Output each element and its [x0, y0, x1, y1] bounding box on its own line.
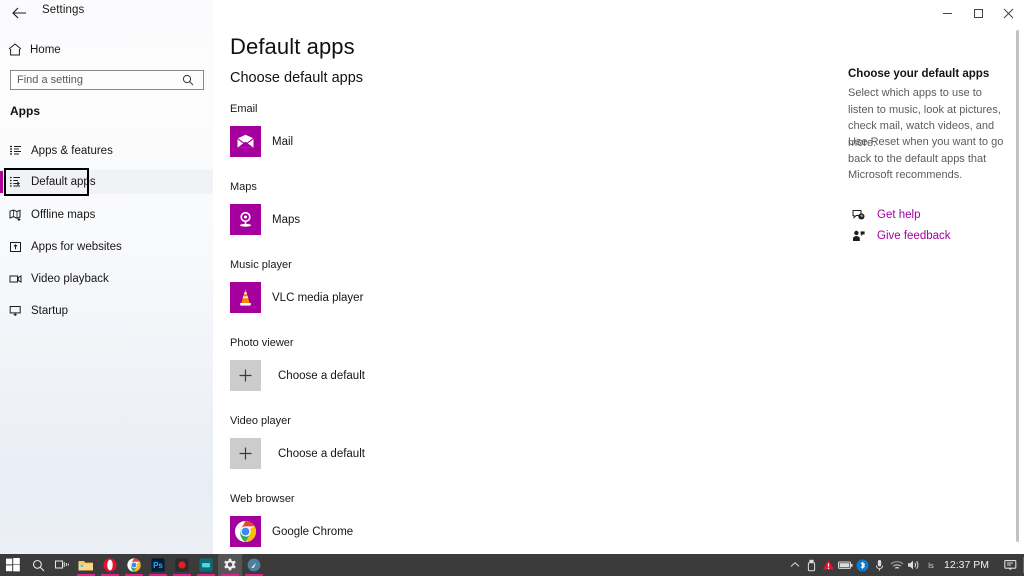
- chrome-button[interactable]: [122, 554, 146, 576]
- get-help-link[interactable]: Get help: [848, 209, 920, 221]
- default-app-name-music: VLC media player: [272, 291, 364, 304]
- system-tray: ls 12:37 PM: [786, 554, 1024, 576]
- mail-app-icon: [230, 126, 261, 157]
- minimize-button[interactable]: [931, 0, 964, 26]
- sidebar-label: Apps & features: [31, 145, 113, 157]
- start-button[interactable]: [0, 554, 26, 576]
- sidebar-item-startup[interactable]: Startup: [0, 299, 213, 323]
- search-icon[interactable]: [175, 74, 201, 86]
- section-label-video: Video player: [230, 415, 291, 427]
- sidebar-item-offline-maps[interactable]: Offline maps: [0, 203, 213, 227]
- offline-maps-icon: [0, 209, 31, 221]
- section-label-browser: Web browser: [230, 493, 295, 505]
- default-app-music[interactable]: VLC media player: [230, 282, 363, 313]
- default-app-email[interactable]: Mail: [230, 126, 293, 157]
- give-feedback-label: Give feedback: [877, 230, 951, 242]
- vlc-app-icon: [230, 282, 261, 313]
- back-arrow-icon[interactable]: [8, 3, 30, 23]
- section-label-photo: Photo viewer: [230, 337, 294, 349]
- sidebar-home-label: Home: [30, 43, 61, 56]
- recorder-button[interactable]: [170, 554, 194, 576]
- show-hidden-icons-icon[interactable]: [786, 554, 803, 576]
- title-bar: Settings: [0, 0, 1024, 26]
- apps-features-icon: [0, 145, 31, 157]
- default-apps-icon: [0, 176, 31, 188]
- settings-button[interactable]: [218, 554, 242, 576]
- main-content: Default apps Choose default apps Email M…: [213, 0, 1024, 554]
- default-app-name-photo: Choose a default: [278, 369, 365, 382]
- sidebar-group-header: Apps: [10, 104, 40, 118]
- volume-icon[interactable]: [905, 554, 922, 576]
- taskbar-clock[interactable]: 12:37 PM: [939, 559, 998, 571]
- give-feedback-link[interactable]: Give feedback: [848, 230, 951, 242]
- wifi-icon[interactable]: [888, 554, 905, 576]
- sidebar-label: Startup: [31, 305, 69, 317]
- sidebar-item-default-apps[interactable]: Default apps: [0, 170, 213, 194]
- sidebar-label: Video playback: [31, 273, 109, 285]
- default-app-name-browser: Google Chrome: [272, 525, 354, 538]
- default-app-name-email: Mail: [272, 135, 294, 148]
- opera-button[interactable]: [98, 554, 122, 576]
- plus-icon: [230, 360, 261, 391]
- default-app-video[interactable]: Choose a default: [230, 438, 365, 469]
- section-label-email: Email: [230, 103, 258, 115]
- plus-icon: [230, 438, 261, 469]
- sidebar-label: Apps for websites: [31, 241, 122, 253]
- bluetooth-icon[interactable]: [854, 554, 871, 576]
- default-app-browser[interactable]: Google Chrome: [230, 516, 353, 547]
- search-button[interactable]: [26, 554, 50, 576]
- section-label-music: Music player: [230, 259, 292, 271]
- section-label-maps: Maps: [230, 181, 257, 193]
- file-explorer-button[interactable]: [74, 554, 98, 576]
- svg-text:ls: ls: [928, 561, 934, 570]
- sidebar-item-home[interactable]: Home: [0, 39, 213, 60]
- sidebar-label: Offline maps: [31, 209, 96, 221]
- default-app-name-video: Choose a default: [278, 447, 365, 460]
- sidebar-item-apps-features[interactable]: Apps & features: [0, 139, 213, 163]
- sidebar-item-apps-for-websites[interactable]: Apps for websites: [0, 235, 213, 259]
- give-feedback-icon: [848, 230, 868, 242]
- section-title: Choose default apps: [230, 70, 364, 86]
- task-view-button[interactable]: [50, 554, 74, 576]
- default-app-photo[interactable]: Choose a default: [230, 360, 365, 391]
- sidebar-item-video-playback[interactable]: Video playback: [0, 267, 213, 291]
- page-title: Default apps: [230, 34, 355, 59]
- settings-window: Settings Home Find a setting Apps Apps &…: [0, 0, 1024, 554]
- warning-icon[interactable]: [820, 554, 837, 576]
- sidebar-selection-accent: [0, 171, 3, 193]
- default-app-maps[interactable]: Maps: [230, 204, 300, 235]
- notifications-icon[interactable]: [998, 554, 1022, 576]
- maps-app-icon: [230, 204, 261, 235]
- default-app-name-maps: Maps: [272, 213, 301, 226]
- maximize-button[interactable]: [962, 0, 995, 26]
- get-help-icon: [848, 209, 868, 221]
- teal-app-button[interactable]: [194, 554, 218, 576]
- vertical-scrollbar[interactable]: [1016, 30, 1019, 542]
- compass-app-button[interactable]: [242, 554, 266, 576]
- language-icon[interactable]: ls: [922, 554, 939, 576]
- microphone-icon[interactable]: [871, 554, 888, 576]
- help-heading: Choose your default apps: [848, 68, 990, 80]
- help-paragraph-2: Use Reset when you want to go back to th…: [848, 136, 1004, 181]
- search-input[interactable]: [11, 71, 175, 89]
- search-setting-box[interactable]: [10, 70, 204, 90]
- photoshop-button[interactable]: Ps: [146, 554, 170, 576]
- settings-sidebar: Home Apps Apps & features: [0, 0, 213, 554]
- windows-taskbar: Ps ls 12:37 PM: [0, 554, 1024, 576]
- close-button[interactable]: [992, 0, 1024, 26]
- apps-websites-icon: [0, 241, 31, 253]
- video-playback-icon: [0, 273, 31, 285]
- home-icon: [0, 43, 30, 56]
- battery-icon[interactable]: [837, 554, 854, 576]
- sidebar-label: Default apps: [31, 176, 96, 188]
- usb-icon[interactable]: [803, 554, 820, 576]
- window-title: Settings: [42, 4, 85, 16]
- get-help-label: Get help: [877, 209, 921, 221]
- svg-text:Ps: Ps: [153, 561, 163, 570]
- chrome-app-icon: [230, 516, 261, 547]
- startup-icon: [0, 305, 31, 317]
